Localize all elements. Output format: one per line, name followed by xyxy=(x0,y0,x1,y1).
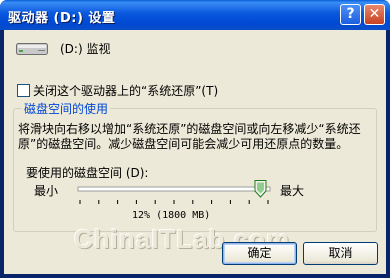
help-button[interactable]: ? xyxy=(340,4,361,25)
close-button[interactable]: ✕ xyxy=(364,4,385,25)
slider-value-text: 12% (1800 MB) xyxy=(132,210,211,221)
ok-button[interactable]: 确定 xyxy=(222,242,297,265)
cancel-button[interactable]: 取消 xyxy=(303,242,378,265)
slider-thumb[interactable] xyxy=(254,180,267,198)
dialog-window: 驱动器 (D:) 设置 ? ✕ (D:) 监视 关闭这个驱动器上的“系统还原”(… xyxy=(0,0,390,278)
slider-min-label: 最小 xyxy=(34,184,59,198)
slider-max-label: 最大 xyxy=(280,184,305,198)
slider-track[interactable] xyxy=(77,186,271,192)
drive-icon xyxy=(16,43,48,55)
dialog-body: (D:) 监视 关闭这个驱动器上的“系统还原”(T) 磁盘空间的使用 将滑块向右… xyxy=(4,30,386,274)
disk-space-slider[interactable] xyxy=(74,178,274,208)
disk-space-description: 将滑块向右移以增加“系统还原”的磁盘空间或向左移减少“系统还原”的磁盘空间。减少… xyxy=(18,122,361,151)
drive-label: (D:) 监视 xyxy=(60,42,111,56)
disable-system-restore-label[interactable]: 关闭这个驱动器上的“系统还原”(T) xyxy=(33,82,218,99)
disable-system-restore-checkbox[interactable] xyxy=(17,84,30,97)
title-bar[interactable]: 驱动器 (D:) 设置 ? ✕ xyxy=(0,0,390,30)
disk-space-group-title: 磁盘空间的使用 xyxy=(22,100,111,117)
window-title: 驱动器 (D:) 设置 xyxy=(8,11,116,26)
